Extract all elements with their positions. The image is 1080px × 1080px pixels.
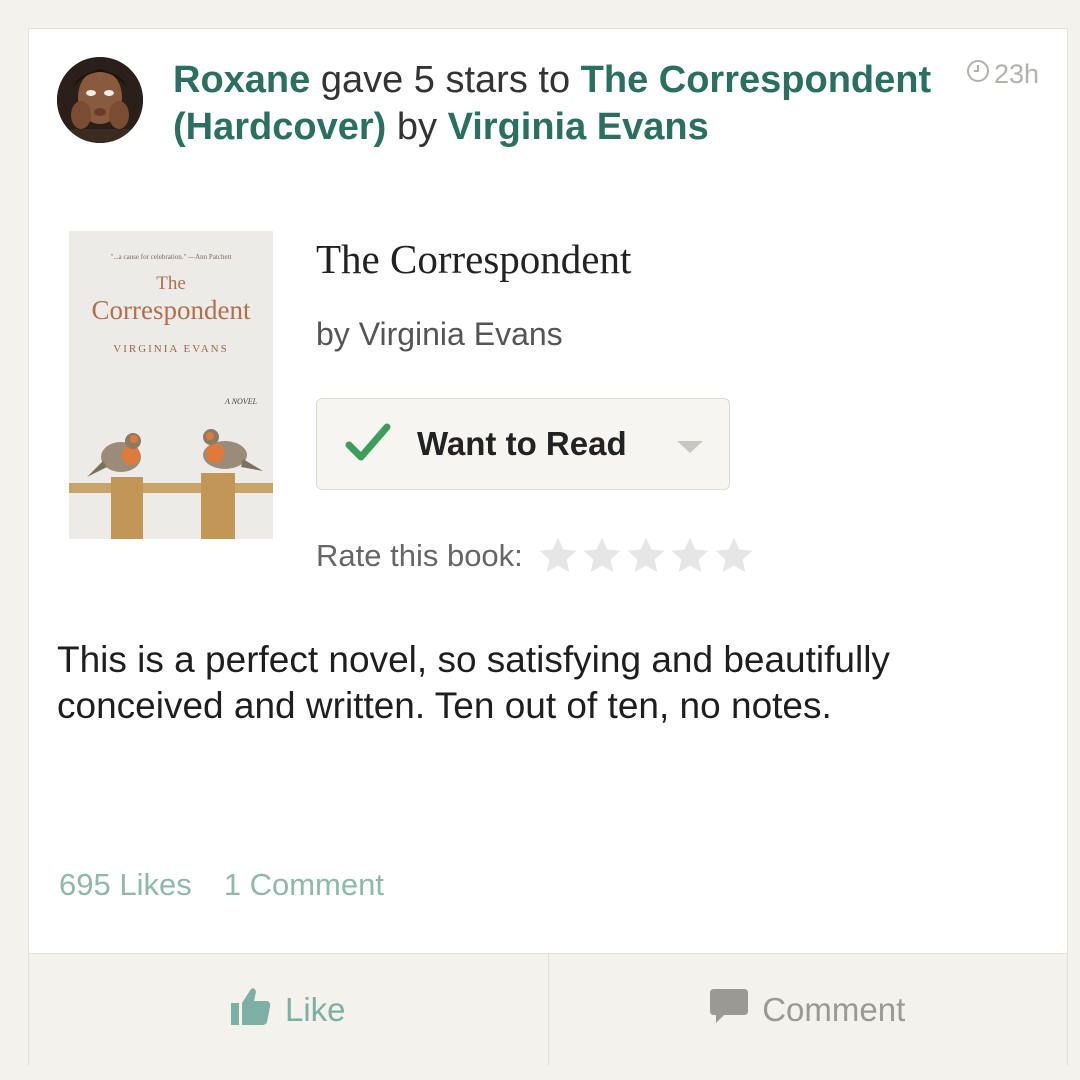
like-button[interactable]: Like xyxy=(29,954,548,1066)
checkmark-icon xyxy=(345,423,391,468)
speech-bubble-icon xyxy=(710,989,749,1031)
cover-tag: A NOVEL xyxy=(224,397,258,406)
clock-icon xyxy=(966,59,990,90)
likes-count[interactable]: 695 Likes xyxy=(59,867,192,903)
star-icon[interactable] xyxy=(537,535,579,577)
cover-title-line2: Correspondent xyxy=(91,295,251,325)
update-headline: Roxane gave 5 stars to The Correspondent… xyxy=(173,57,943,151)
caret-down-icon[interactable] xyxy=(677,441,703,460)
cover-author: VIRGINIA EVANS xyxy=(113,343,229,355)
comment-label: Comment xyxy=(762,991,906,1028)
robins-illustration xyxy=(69,429,273,539)
comments-count[interactable]: 1 Comment xyxy=(224,867,384,903)
star-icon[interactable] xyxy=(625,535,667,577)
thumbs-up-icon xyxy=(230,987,271,1033)
timestamp: 23h xyxy=(966,59,1039,90)
rating-row: Rate this book: xyxy=(316,534,755,578)
engagement-stats: 695 Likes 1 Comment xyxy=(59,867,384,903)
user-link[interactable]: Roxane xyxy=(173,59,310,101)
book-title[interactable]: The Correspondent xyxy=(316,235,631,283)
want-to-read-button[interactable]: Want to Read xyxy=(316,398,730,490)
star-icon[interactable] xyxy=(713,535,755,577)
by-text: by xyxy=(396,106,437,148)
action-text: gave 5 stars to xyxy=(320,59,571,101)
author-link[interactable]: Virginia Evans xyxy=(448,106,709,148)
avatar[interactable] xyxy=(57,57,143,143)
star-icon[interactable] xyxy=(669,535,711,577)
update-card: Roxane gave 5 stars to The Correspondent… xyxy=(28,28,1068,1066)
cover-title-line1: The xyxy=(156,273,186,294)
comment-button[interactable]: Comment xyxy=(547,954,1068,1066)
action-bar: Like Comment xyxy=(29,953,1067,1066)
review-text: This is a perfect novel, so satisfying a… xyxy=(57,639,890,726)
like-label: Like xyxy=(284,991,346,1028)
cover-blurb: "...a cause for celebration." —Ann Patch… xyxy=(110,253,232,261)
time-ago: 23h xyxy=(993,59,1039,89)
rate-label: Rate this book: xyxy=(316,538,523,573)
book-cover[interactable]: "...a cause for celebration." —Ann Patch… xyxy=(69,231,273,539)
star-rating[interactable] xyxy=(537,535,755,577)
star-icon[interactable] xyxy=(581,535,623,577)
shelf-label: Want to Read xyxy=(417,425,627,462)
book-author[interactable]: by Virginia Evans xyxy=(316,316,563,353)
